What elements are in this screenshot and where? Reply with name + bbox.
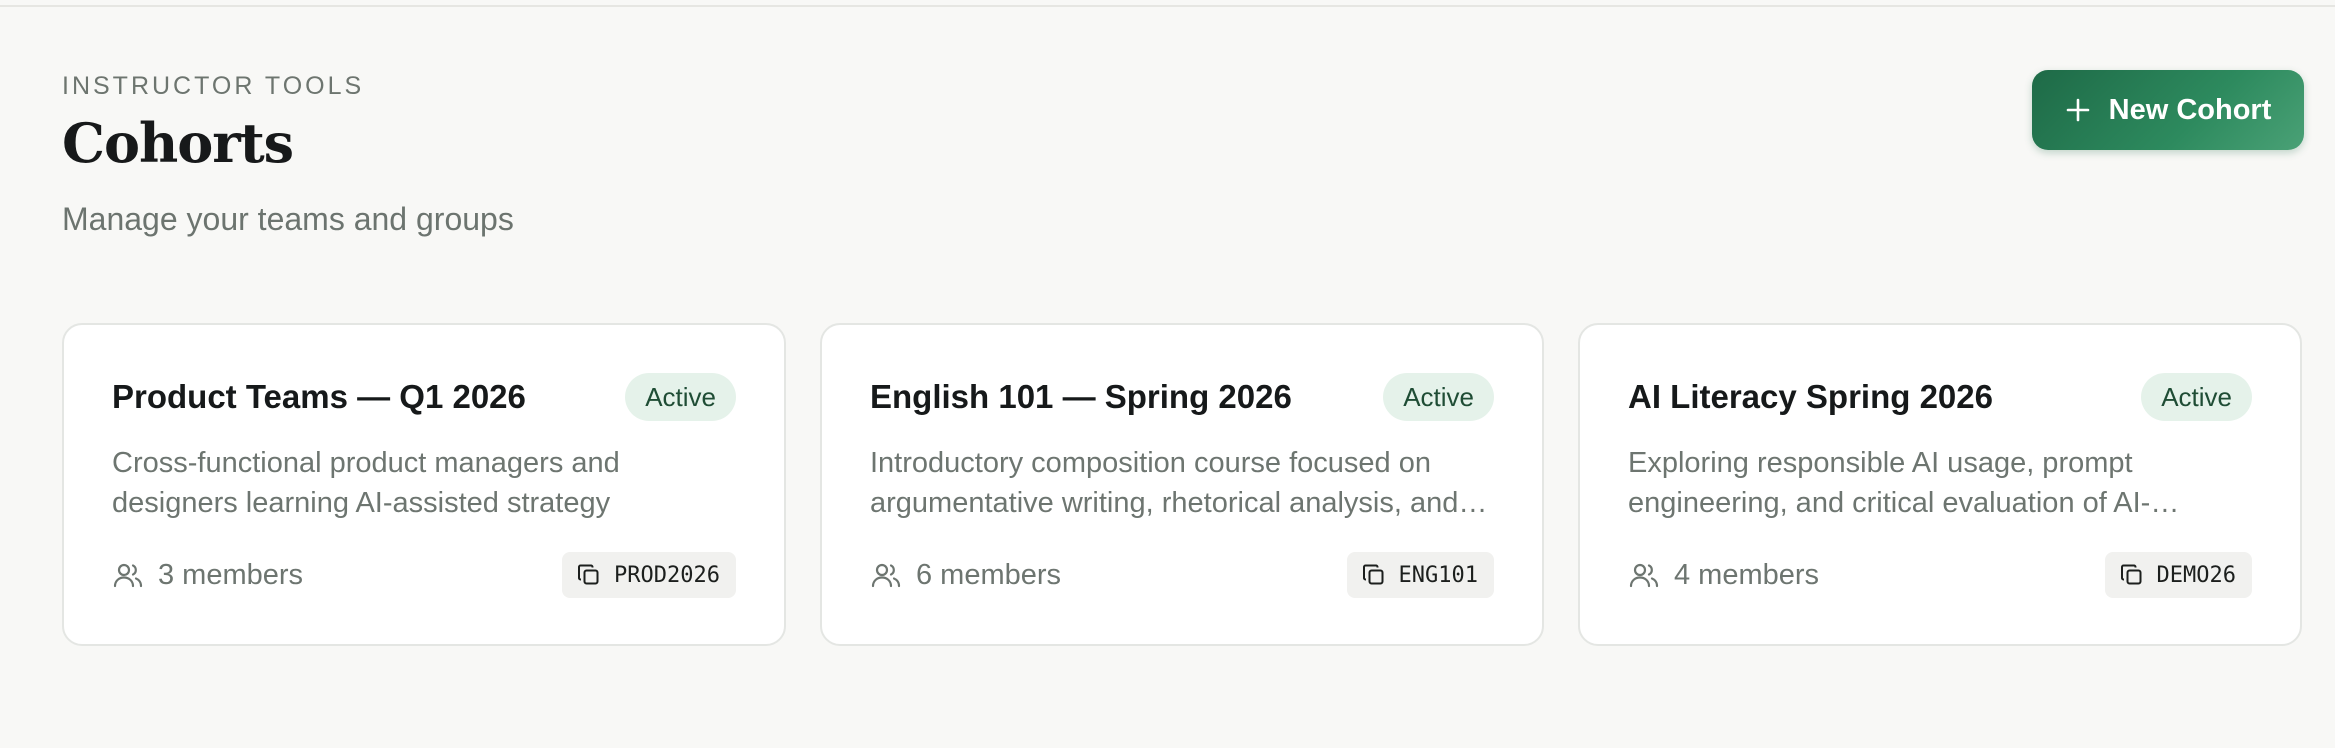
join-code: DEMO26 [2156,562,2236,588]
copy-icon [576,562,602,588]
cohort-title: English 101 — Spring 2026 [870,378,1292,415]
cohort-description: Cross-functional product managers and de… [112,447,620,519]
join-code: ENG101 [1398,562,1478,588]
member-count: 3 members [112,559,303,592]
cohort-title: AI Literacy Spring 2026 [1628,378,1993,415]
new-cohort-button-label: New Cohort [2108,93,2272,126]
member-count-label: 4 members [1674,558,1820,591]
status-badge: Active [2141,373,2252,421]
member-count: 4 members [1628,559,1819,592]
cohort-title: Product Teams — Q1 2026 [112,378,526,415]
page-header: INSTRUCTOR TOOLS Cohorts Manage your tea… [62,70,514,239]
page-title: Cohorts [62,111,294,175]
cohort-description: Introductory composition course focused … [870,447,1459,519]
cohort-card-list: Product Teams — Q1 2026 Active Cross-fun… [62,323,2302,646]
cohort-card[interactable]: English 101 — Spring 2026 Active Introdu… [820,323,1544,646]
top-divider [0,0,2335,7]
cohort-card[interactable]: AI Literacy Spring 2026 Active Exploring… [1578,323,2302,646]
join-code-copy-button[interactable]: DEMO26 [2104,552,2252,598]
status-badge: Active [1383,373,1494,421]
copy-icon [1361,562,1387,588]
join-code: PROD2026 [614,562,720,588]
section-eyebrow: INSTRUCTOR TOOLS [62,72,365,100]
member-count: 6 members [870,559,1061,592]
status-badge: Active [625,373,736,421]
users-icon [870,559,902,591]
new-cohort-button[interactable]: New Cohort [2032,70,2304,150]
plus-icon [2065,97,2091,123]
cohort-description: Exploring responsible AI usage, prompt e… [1628,447,2151,519]
cohort-card[interactable]: Product Teams — Q1 2026 Active Cross-fun… [62,323,786,646]
users-icon [112,559,144,591]
copy-icon [2119,562,2145,588]
join-code-copy-button[interactable]: PROD2026 [562,552,736,598]
join-code-copy-button[interactable]: ENG101 [1346,552,1494,598]
member-count-label: 6 members [916,558,1062,591]
users-icon [1628,559,1660,591]
page-subtitle: Manage your teams and groups [62,201,514,237]
member-count-label: 3 members [158,558,304,591]
